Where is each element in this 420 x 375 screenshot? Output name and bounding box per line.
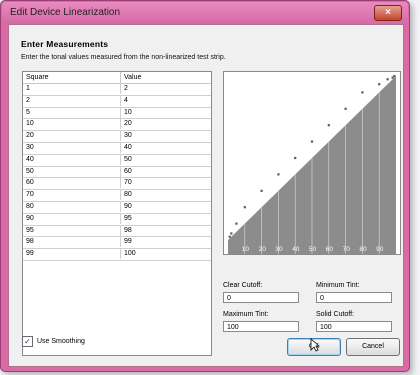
minimum-tint-label: Minimum Tint:	[316, 282, 360, 289]
clear-cutoff-label: Clear Cutoff:	[223, 282, 263, 289]
table-row[interactable]: 40 50	[23, 154, 211, 167]
use-smoothing-checkbox[interactable]: ✓	[22, 336, 33, 347]
measurement-point	[260, 189, 263, 192]
title-bar[interactable]: Edit Device Linearization ×	[2, 2, 408, 24]
square-cell[interactable]: 70	[23, 190, 121, 201]
measurement-point	[327, 124, 330, 127]
table-row[interactable]: 20 30	[23, 131, 211, 143]
square-cell[interactable]: 30	[23, 142, 121, 153]
measurement-point	[344, 107, 347, 110]
solid-cutoff-label: Solid Cutoff:	[316, 311, 355, 318]
cancel-button[interactable]: Cancel	[346, 338, 400, 356]
value-cell[interactable]: 20	[121, 119, 209, 129]
square-cell[interactable]: 50	[23, 166, 121, 177]
square-cell[interactable]: 90	[23, 213, 121, 224]
table-row[interactable]: 10 20	[23, 119, 211, 132]
use-smoothing-option[interactable]: ✓ Use Smoothing	[22, 336, 85, 347]
table-row[interactable]: 98 99	[23, 237, 211, 250]
x-tick-label: 50	[309, 246, 317, 253]
table-row[interactable]: 50 60	[23, 166, 211, 179]
x-tick-label: 70	[343, 246, 351, 253]
dialog-content: Enter Measurements Enter the tonal value…	[8, 24, 404, 367]
x-tick-label: 20	[259, 246, 267, 253]
measurements-table: Square Value 1 2 2 4 5 10 10 20 20 30 30 40 40 50 50 60…	[22, 71, 212, 356]
square-cell[interactable]: 20	[23, 131, 121, 142]
linearization-plot: 10 20 30 40 50 60 70 80 90	[228, 74, 396, 254]
table-row[interactable]: 95 98	[23, 225, 211, 238]
column-header-square[interactable]: Square	[23, 72, 121, 83]
close-button[interactable]: ×	[374, 5, 402, 21]
square-cell[interactable]: 2	[23, 95, 121, 106]
dialog-window: Edit Device Linearization × Enter Measur…	[0, 0, 410, 372]
measurement-point	[294, 156, 297, 160]
table-row[interactable]: 99 100	[23, 249, 211, 261]
square-cell[interactable]: 40	[23, 154, 121, 165]
close-icon: ×	[385, 7, 391, 18]
instruction-text: Enter the tonal values measured from the…	[21, 54, 226, 61]
minimum-tint-field[interactable]: 0	[316, 292, 392, 303]
measurement-point	[361, 91, 364, 94]
x-tick-label: 30	[275, 246, 283, 253]
solid-cutoff-field[interactable]: 100	[316, 321, 392, 332]
square-cell[interactable]: 99	[23, 249, 121, 260]
window-title: Edit Device Linearization	[10, 7, 121, 18]
measurement-point	[386, 78, 389, 81]
maximum-tint-label: Maximum Tint:	[223, 311, 269, 318]
square-cell[interactable]: 10	[23, 119, 121, 130]
measurement-point	[243, 206, 246, 209]
table-body: 1 2 2 4 5 10 10 20 20 30 30 40 40 50 50 60 60 70 70 80 80 90 9…	[23, 84, 211, 261]
measurement-point	[235, 222, 238, 225]
table-row[interactable]: 90 95	[23, 213, 211, 226]
checkmark-icon: ✓	[24, 337, 31, 346]
value-cell[interactable]: 40	[121, 143, 209, 153]
value-cell[interactable]: 70	[121, 178, 209, 188]
value-cell[interactable]: 98	[121, 226, 209, 236]
measurement-point	[277, 173, 280, 176]
section-heading: Enter Measurements	[21, 39, 109, 49]
square-cell[interactable]: 80	[23, 201, 121, 212]
square-cell[interactable]: 1	[23, 84, 121, 94]
value-cell[interactable]: 4	[121, 96, 209, 106]
table-row[interactable]: 80 90	[23, 201, 211, 214]
x-tick-label: 80	[359, 246, 367, 253]
value-cell[interactable]: 99	[121, 237, 209, 247]
value-cell[interactable]: 80	[121, 190, 209, 200]
table-row[interactable]: 30 40	[23, 142, 211, 155]
x-tick-label: 60	[326, 246, 334, 253]
column-header-value[interactable]: Value	[121, 72, 209, 83]
measurement-point	[230, 232, 233, 235]
clear-cutoff-field[interactable]: 0	[223, 292, 299, 303]
x-tick-label: 90	[376, 246, 384, 253]
x-tick-label: 40	[292, 246, 300, 253]
value-cell[interactable]: 10	[121, 108, 209, 118]
value-cell[interactable]: 50	[121, 155, 209, 165]
x-tick-label: 10	[242, 246, 250, 253]
table-row[interactable]: 70 80	[23, 190, 211, 202]
value-cell[interactable]: 95	[121, 214, 209, 224]
table-row[interactable]: 12	[23, 84, 211, 96]
linearization-graph: 10 20 30 40 50 60 70 80 90	[223, 71, 401, 255]
maximum-tint-field[interactable]: 100	[223, 321, 299, 332]
value-cell[interactable]: 90	[121, 202, 209, 212]
square-cell[interactable]: 95	[23, 225, 121, 236]
value-cell[interactable]: 100	[121, 249, 209, 259]
table-row[interactable]: 60 70	[23, 178, 211, 191]
square-cell[interactable]: 5	[23, 107, 121, 118]
table-row[interactable]: 5 10	[23, 107, 211, 120]
value-cell[interactable]: 2	[121, 84, 209, 94]
measurement-point	[228, 235, 231, 238]
table-header: Square Value	[23, 72, 211, 84]
square-cell[interactable]: 60	[23, 178, 121, 189]
measurement-point	[378, 83, 381, 86]
measurement-point	[393, 74, 396, 78]
value-cell[interactable]: 60	[121, 167, 209, 177]
table-row[interactable]: 24	[23, 95, 211, 108]
use-smoothing-label: Use Smoothing	[37, 338, 85, 345]
measurement-point	[310, 140, 314, 143]
square-cell[interactable]: 98	[23, 237, 121, 248]
cursor-icon	[310, 338, 320, 352]
value-cell[interactable]: 30	[121, 131, 209, 141]
